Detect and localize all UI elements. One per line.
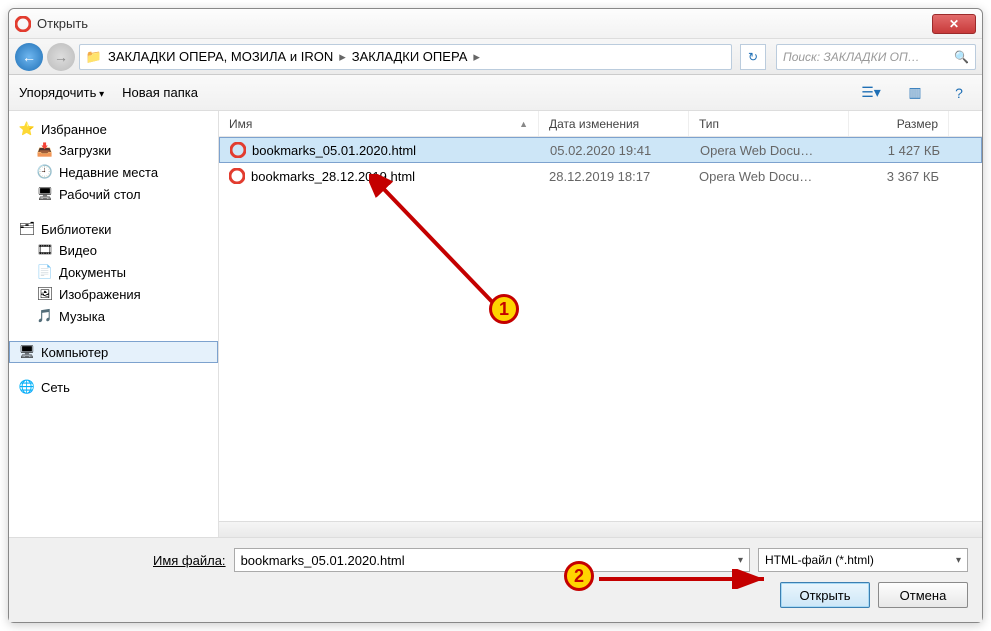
opera-file-icon <box>230 142 246 158</box>
forward-button[interactable]: → <box>47 43 75 71</box>
sort-asc-icon: ▲ <box>519 119 528 129</box>
chevron-right-icon: ▸ <box>473 49 480 65</box>
file-open-dialog: Открыть ✕ ← → 📁 ЗАКЛАДКИ ОПЕРА, МОЗИЛА и… <box>8 8 983 623</box>
search-placeholder: Поиск: ЗАКЛАДКИ ОП… <box>783 50 920 64</box>
sidebar-favorites-header[interactable]: ⭐Избранное <box>9 119 218 139</box>
music-icon: 🎵 <box>37 308 53 324</box>
file-name: bookmarks_05.01.2020.html <box>252 143 416 158</box>
refresh-button[interactable]: ↻ <box>740 44 766 70</box>
column-header-size[interactable]: Размер <box>849 111 949 136</box>
folder-icon: 📁 <box>86 49 102 65</box>
breadcrumb-seg-2[interactable]: ЗАКЛАДКИ ОПЕРА <box>352 49 468 64</box>
computer-icon: 🖥 <box>19 344 35 360</box>
file-list: bookmarks_05.01.2020.html 05.02.2020 19:… <box>219 137 982 521</box>
file-pane: Имя▲ Дата изменения Тип Размер bookmarks… <box>219 111 982 537</box>
video-icon: 🎞 <box>37 242 53 258</box>
sidebar-item-music[interactable]: 🎵Музыка <box>9 305 218 327</box>
column-header-type[interactable]: Тип <box>689 111 849 136</box>
downloads-icon: 📥 <box>37 142 53 158</box>
file-size: 1 427 КБ <box>850 143 950 158</box>
titlebar: Открыть ✕ <box>9 9 982 39</box>
breadcrumb[interactable]: 📁 ЗАКЛАДКИ ОПЕРА, МОЗИЛА и IRON ▸ ЗАКЛАД… <box>79 44 732 70</box>
help-button[interactable]: ? <box>946 82 972 104</box>
sidebar-libraries-header[interactable]: 🗂Библиотеки <box>9 219 218 239</box>
file-date: 05.02.2020 19:41 <box>540 143 690 158</box>
organize-menu[interactable]: Упорядочить <box>19 85 104 100</box>
sidebar-item-desktop[interactable]: 🖥Рабочий стол <box>9 183 218 205</box>
file-type: Opera Web Docu… <box>689 169 849 184</box>
document-icon: 📄 <box>37 264 53 280</box>
footer: Имя файла: bookmarks_05.01.2020.html HTM… <box>9 538 982 622</box>
sidebar-item-videos[interactable]: 🎞Видео <box>9 239 218 261</box>
sidebar-item-network[interactable]: 🌐Сеть <box>9 377 218 397</box>
back-button[interactable]: ← <box>15 43 43 71</box>
sidebar-item-computer[interactable]: 🖥Компьютер <box>9 341 218 363</box>
image-icon: 🖼 <box>37 286 53 302</box>
sidebar-item-downloads[interactable]: 📥Загрузки <box>9 139 218 161</box>
filename-label: Имя файла: <box>153 553 226 568</box>
breadcrumb-seg-1[interactable]: ЗАКЛАДКИ ОПЕРА, МОЗИЛА и IRON <box>108 49 333 64</box>
search-input[interactable]: Поиск: ЗАКЛАДКИ ОП… 🔍 <box>776 44 976 70</box>
file-row[interactable]: bookmarks_28.12.2019.html 28.12.2019 18:… <box>219 163 982 189</box>
opera-icon <box>15 16 31 32</box>
libraries-icon: 🗂 <box>19 221 35 237</box>
navigation-bar: ← → 📁 ЗАКЛАДКИ ОПЕРА, МОЗИЛА и IRON ▸ ЗА… <box>9 39 982 75</box>
sidebar-item-recent[interactable]: 🕘Недавние места <box>9 161 218 183</box>
open-button[interactable]: Открыть <box>780 582 870 608</box>
annotation-marker-2: 2 <box>564 561 594 591</box>
window-title: Открыть <box>37 16 932 31</box>
annotation-marker-1: 1 <box>489 294 519 324</box>
sidebar-item-pictures[interactable]: 🖼Изображения <box>9 283 218 305</box>
desktop-icon: 🖥 <box>37 186 53 202</box>
network-icon: 🌐 <box>19 379 35 395</box>
column-header-name[interactable]: Имя▲ <box>219 111 539 136</box>
annotation-arrow-2 <box>599 569 779 589</box>
file-date: 28.12.2019 18:17 <box>539 169 689 184</box>
search-icon: 🔍 <box>954 50 969 64</box>
cancel-button[interactable]: Отмена <box>878 582 968 608</box>
close-button[interactable]: ✕ <box>932 14 976 34</box>
opera-file-icon <box>229 168 245 184</box>
toolbar: Упорядочить Новая папка ☰▾ ▥ ? <box>9 75 982 111</box>
view-mode-button[interactable]: ☰▾ <box>858 82 884 104</box>
sidebar-item-documents[interactable]: 📄Документы <box>9 261 218 283</box>
star-icon: ⭐ <box>19 121 35 137</box>
new-folder-button[interactable]: Новая папка <box>122 85 198 100</box>
file-size: 3 367 КБ <box>849 169 949 184</box>
filetype-select[interactable]: HTML-файл (*.html) <box>758 548 968 572</box>
chevron-right-icon: ▸ <box>339 49 346 65</box>
horizontal-scrollbar[interactable] <box>219 521 982 537</box>
recent-icon: 🕘 <box>37 164 53 180</box>
sidebar: ⭐Избранное 📥Загрузки 🕘Недавние места 🖥Ра… <box>9 111 219 537</box>
column-headers: Имя▲ Дата изменения Тип Размер <box>219 111 982 137</box>
preview-pane-button[interactable]: ▥ <box>902 82 928 104</box>
file-type: Opera Web Docu… <box>690 143 850 158</box>
file-row[interactable]: bookmarks_05.01.2020.html 05.02.2020 19:… <box>219 137 982 163</box>
column-header-date[interactable]: Дата изменения <box>539 111 689 136</box>
